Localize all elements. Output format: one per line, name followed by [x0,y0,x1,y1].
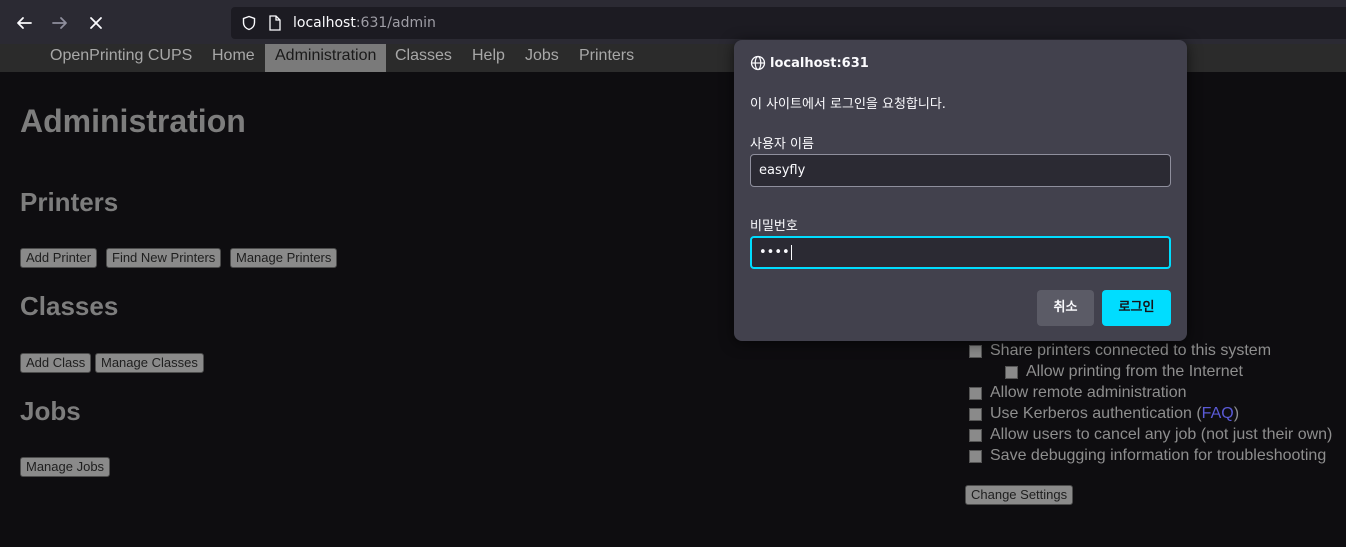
kerberos-label: Use Kerberos authentication (FAQ) [990,405,1239,423]
jobs-heading: Jobs [20,396,81,426]
url-path: :631/admin [355,15,436,31]
add-printer-button[interactable]: Add Printer [20,248,98,268]
dialog-message: 이 사이트에서 로그인을 요청합니다. [750,97,946,112]
kerberos-checkbox[interactable] [969,408,982,421]
back-arrow-icon [17,17,32,29]
nav-printers[interactable]: Printers [579,44,634,72]
nav-administration[interactable]: Administration [265,44,387,72]
login-button[interactable]: 로그인 [1102,290,1171,326]
share-printers-label: Share printers connected to this system [990,342,1272,359]
allow-internet-printing-label: Allow printing from the Internet [1026,363,1243,380]
cancel-any-job-label: Allow users to cancel any job (not just … [990,426,1333,443]
remote-admin-label: Allow remote administration [990,384,1187,401]
page-icon [269,15,281,31]
manage-printers-button[interactable]: Manage Printers [230,248,338,268]
manage-jobs-button[interactable]: Manage Jobs [20,457,111,477]
stop-button[interactable] [81,8,111,38]
nav-jobs[interactable]: Jobs [525,44,559,72]
remote-admin-checkbox[interactable] [969,387,982,400]
kerberos-label-close: ) [1233,405,1240,422]
auth-dialog: localhost:631 이 사이트에서 로그인을 요청합니다. 사용자 이름… [734,40,1187,341]
change-settings-button[interactable]: Change Settings [965,485,1074,505]
text-caret [790,245,792,260]
username-value: easyfly [759,163,806,178]
password-value: •••• [759,245,790,260]
cancel-any-job-checkbox[interactable] [969,429,982,442]
printers-heading: Printers [20,187,119,217]
page-title: Administration [20,103,246,139]
find-new-printers-button[interactable]: Find New Printers [106,248,222,268]
back-button[interactable] [9,8,39,38]
debug-logging-checkbox[interactable] [969,450,982,463]
url-bar[interactable]: localhost:631/admin [231,7,1346,39]
password-label: 비밀번호 [750,219,798,234]
kerberos-label-text: Use Kerberos authentication ( [990,405,1202,422]
debug-logging-label: Save debugging information for troublesh… [990,447,1327,464]
nav-home[interactable]: Home [212,44,255,72]
shield-icon [242,15,256,31]
cancel-button[interactable]: 취소 [1037,290,1094,326]
nav-help[interactable]: Help [472,44,505,72]
password-field[interactable]: •••• [750,236,1171,269]
username-label: 사용자 이름 [750,137,814,152]
forward-arrow-icon [52,17,67,29]
allow-internet-printing-checkbox[interactable] [1005,366,1018,379]
manage-classes-button[interactable]: Manage Classes [95,353,204,373]
url-text: localhost:631/admin [293,15,436,31]
dialog-host: localhost:631 [770,56,869,71]
globe-icon [750,55,766,71]
faq-link[interactable]: FAQ [1202,405,1234,422]
username-field[interactable]: easyfly [750,154,1171,187]
browser-toolbar: localhost:631/admin [0,0,1346,44]
url-host: localhost [293,15,356,31]
stop-icon [90,17,102,29]
add-class-button[interactable]: Add Class [20,353,92,373]
share-printers-checkbox[interactable] [969,345,982,358]
cups-brand-link[interactable]: OpenPrinting CUPS [50,44,192,72]
classes-heading: Classes [20,291,119,321]
forward-button[interactable] [45,8,75,38]
nav-classes[interactable]: Classes [395,44,452,72]
